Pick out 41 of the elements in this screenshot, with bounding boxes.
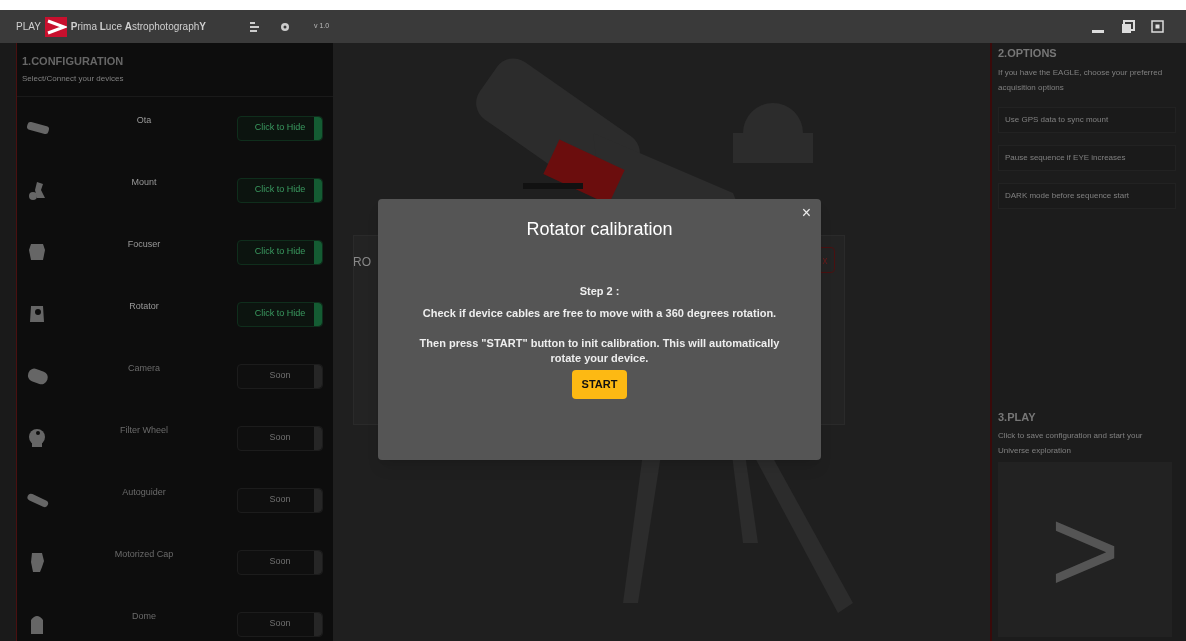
device-name: Filter Wheel — [119, 424, 169, 438]
step-label: Step 2 : — [579, 284, 620, 299]
option-toggle[interactable]: DARK mode before sequence start — [998, 182, 1176, 209]
toggle-button[interactable]: Click to Hide — [237, 115, 323, 141]
toggle-button[interactable]: Soon — [237, 487, 323, 513]
toggle-button[interactable]: Soon — [237, 611, 323, 637]
section-title: 3.PLAY — [998, 409, 1037, 425]
dialog-title: Rotator calibration — [526, 218, 673, 241]
section-subtitle: If you have the EAGLE, choose your preferred acquisition options — [998, 66, 1164, 94]
device-name: Ota — [135, 114, 153, 128]
toggle-button[interactable]: Click to Hide — [237, 177, 323, 203]
brand-text: PLAY — [16, 20, 41, 34]
toggle-button[interactable]: Click to Hide — [237, 239, 323, 265]
section-subtitle: Click to save configuration and start your Universe exploration — [998, 430, 1144, 457]
list-icon[interactable] — [249, 21, 260, 32]
settings-icon[interactable] — [279, 21, 290, 32]
panel-title: RO — [353, 254, 371, 271]
toggle-button[interactable]: Soon — [237, 549, 323, 575]
toggle-button[interactable]: Soon — [237, 425, 323, 451]
device-name: Motorized Cap — [113, 548, 175, 562]
close-icon[interactable] — [1151, 20, 1164, 33]
device-name: Rotator — [128, 300, 160, 314]
device-name: Dome — [131, 610, 157, 624]
app-name: Prima Luce AstrophotographY — [70, 20, 206, 34]
instruction-text: Then press "START" button to init calibration. This will automatically rotate your device. — [418, 336, 781, 366]
toggle-button[interactable]: Soon — [237, 363, 323, 389]
close-button[interactable]: × — [801, 205, 811, 221]
device-name: Camera — [127, 362, 161, 376]
section-title: 1.CONFIGURATION — [22, 54, 125, 69]
start-button[interactable]: START — [571, 370, 628, 399]
toggle-button[interactable]: Click to Hide — [237, 301, 323, 327]
section-title: 2.OPTIONS — [998, 46, 1058, 61]
device-name: Focuser — [126, 238, 162, 252]
logo-icon — [44, 16, 67, 37]
option-toggle[interactable]: Use GPS data to sync mount — [998, 106, 1176, 133]
restore-icon[interactable] — [1121, 19, 1135, 34]
instruction-text: Check if device cables are free to move with a 360 degrees rotation. — [422, 305, 777, 321]
device-name: Autoguider — [121, 486, 167, 500]
device-name: Mount — [130, 176, 158, 190]
section-subtitle: Select/Connect your devices — [22, 72, 125, 85]
option-toggle[interactable]: Pause sequence if EYE increases — [998, 144, 1176, 171]
